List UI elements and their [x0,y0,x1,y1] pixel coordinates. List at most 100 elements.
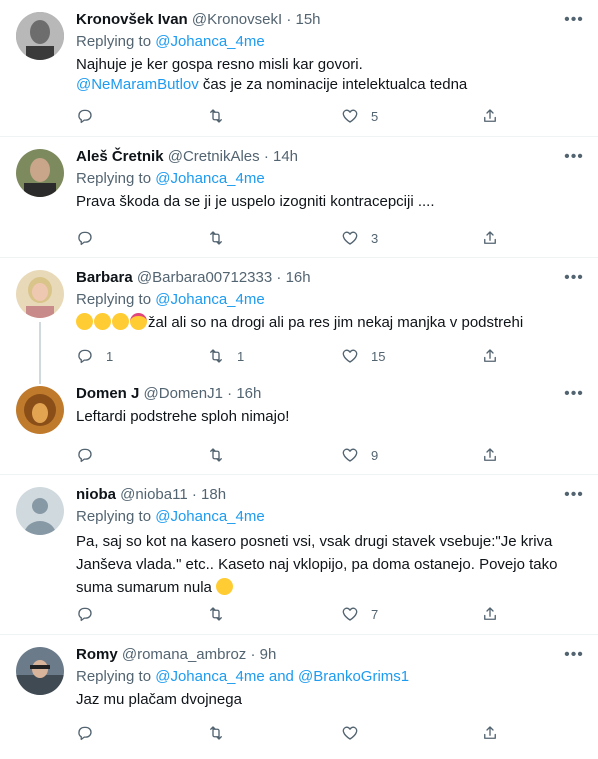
tweet-domen[interactable]: Domen J @DomenJ1 · 16h Leftardi podstreh… [0,376,598,475]
like-icon [342,726,358,740]
display-name[interactable]: Barbara [76,269,133,286]
replying-to-mention[interactable]: @Johanca_4me [155,170,264,187]
share-button[interactable] [481,445,499,465]
like-button[interactable]: 15 [341,346,385,366]
retweet-button[interactable] [207,106,237,126]
handle[interactable]: @nioba11 [120,486,188,503]
avatar[interactable] [16,487,64,535]
separator: · [286,11,292,28]
like-button[interactable]: 7 [341,604,378,624]
tweet-cretnik[interactable]: Aleš Čretnik @CretnikAles · 14h Replying… [0,137,598,258]
retweet-icon [210,448,222,462]
display-name[interactable]: Romy [76,646,118,663]
display-name[interactable]: Aleš Čretnik [76,148,164,165]
tweet-text: Jaz mu plačam dvojnega [76,691,242,708]
more-icon[interactable]: ••• [564,268,584,288]
reply-button[interactable] [76,228,106,248]
handle[interactable]: @romana_ambroz [122,646,246,663]
tweet-header: Barbara @Barbara00712333 · 16h [76,268,582,288]
replying-to-mention[interactable]: @Johanca_4me [155,508,264,525]
tweet-text-line: Pa, saj so kot na kasero posneti vsi, vs… [76,533,553,550]
reply-icon [78,231,92,246]
handle[interactable]: @KronovsekI [192,11,282,28]
replying-prefix: Replying to [76,170,152,187]
share-icon [484,109,496,122]
replying-to-mention[interactable]: @Johanca_4me [155,291,264,308]
more-icon[interactable]: ••• [564,384,584,404]
share-icon [484,448,496,461]
timestamp[interactable]: 16h [286,269,311,286]
retweet-button[interactable] [207,228,237,248]
share-button[interactable] [481,228,499,248]
rofl-emoji [94,313,111,330]
retweet-button[interactable] [207,445,237,465]
retweet-button[interactable] [207,604,237,624]
reply-button[interactable]: 1 [76,346,113,366]
tweet-romy[interactable]: Romy @romana_ambroz · 9h Replying to @Jo… [0,635,598,759]
share-icon [484,726,496,739]
like-button[interactable]: 3 [341,228,378,248]
text-mention[interactable]: @NeMaramButlov [76,76,199,93]
timestamp[interactable]: 16h [236,385,261,402]
share-button[interactable] [481,604,499,624]
like-button[interactable] [341,723,371,743]
tweet-header: Kronovšek Ivan @KronovsekI · 15h [76,10,582,30]
avatar[interactable] [16,386,64,434]
display-name[interactable]: Kronovšek Ivan [76,11,188,28]
more-icon[interactable]: ••• [564,10,584,30]
more-icon[interactable]: ••• [564,645,584,665]
timestamp[interactable]: 14h [273,148,298,165]
tweet-barbara[interactable]: Barbara @Barbara00712333 · 16h Replying … [0,258,598,376]
handle[interactable]: @Barbara00712333 [137,269,272,286]
retweet-icon [210,109,222,123]
share-button[interactable] [481,723,499,743]
handle[interactable]: @CretnikAles [168,148,260,165]
like-button[interactable]: 9 [341,445,378,465]
reply-button[interactable] [76,723,106,743]
reply-feed: Kronovšek Ivan @KronovsekI · 15h Replyin… [0,0,598,759]
like-button[interactable]: 5 [341,106,378,126]
timestamp[interactable]: 15h [296,11,321,28]
tweet-header: nioba @nioba11 · 18h [76,485,582,505]
display-name[interactable]: nioba [76,486,116,503]
share-button[interactable] [481,106,499,126]
retweet-count: 1 [237,348,245,364]
thread-line [39,322,41,376]
avatar[interactable] [16,270,64,318]
share-button[interactable] [481,346,499,366]
grinning-sweat-emoji [76,313,93,330]
tweet-text-rest: čas je za nominacije intelektualca tedna [198,76,468,93]
avatar[interactable] [16,12,64,60]
like-count: 7 [371,606,379,622]
like-icon [342,349,358,363]
timestamp[interactable]: 9h [260,646,277,663]
like-count: 3 [371,230,379,246]
replying-to-mention[interactable]: @Johanca_4me [155,33,264,50]
avatar[interactable] [16,149,64,197]
replying-prefix: Replying to [76,668,152,685]
retweet-button[interactable] [207,723,237,743]
like-icon [342,448,358,462]
tweet-text: Najhuje je ker gospa resno misli kar gov… [76,55,582,95]
retweet-button[interactable]: 1 [207,346,244,366]
like-count: 5 [371,108,379,124]
separator: · [250,646,256,663]
tweet-header: Domen J @DomenJ1 · 16h [76,384,582,404]
tweet-text: Leftardi podstrehe sploh nimajo! [76,408,290,425]
reply-icon [78,607,92,622]
reply-button[interactable] [76,445,106,465]
replying-prefix: Replying to [76,291,152,308]
avatar[interactable] [16,647,64,695]
reply-button[interactable] [76,604,106,624]
timestamp[interactable]: 18h [201,486,226,503]
tweet-nioba[interactable]: nioba @nioba11 · 18h Replying to @Johanc… [0,475,598,635]
replying-to-mention[interactable]: @Johanca_4me and @BrankoGrims1 [155,668,409,685]
display-name[interactable]: Domen J [76,385,139,402]
tweet-text: žal ali so na drogi ali pa res jim nekaj… [76,313,582,333]
more-icon[interactable]: ••• [564,147,584,167]
reply-button[interactable] [76,106,106,126]
handle[interactable]: @DomenJ1 [144,385,223,402]
tweet-text: Pa, saj so kot na kasero posneti vsi, vs… [76,530,582,599]
tweet-kronovsek[interactable]: Kronovšek Ivan @KronovsekI · 15h Replyin… [0,0,598,137]
more-icon[interactable]: ••• [564,485,584,505]
